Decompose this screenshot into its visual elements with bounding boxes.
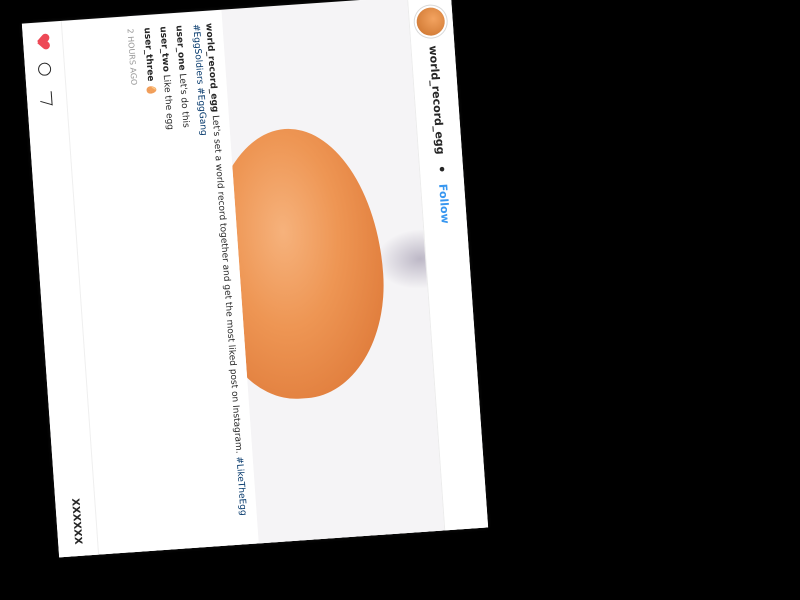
comment-username[interactable]: user_two: [157, 26, 170, 72]
separator-dot: •: [431, 163, 452, 175]
share-icon[interactable]: [39, 87, 54, 105]
comment-username[interactable]: user_one: [173, 24, 186, 70]
instagram-post-screen: world_record_egg • Follow world_record_e…: [21, 0, 489, 558]
egg-avatar-icon[interactable]: [416, 6, 447, 37]
comment-username[interactable]: user_three: [141, 27, 155, 82]
phone-screenshot: world_record_egg • Follow world_record_e…: [21, 0, 489, 558]
comment-text: Like the egg: [160, 73, 175, 130]
comment-text: 🥚: [145, 83, 157, 96]
comment-text: Let's do this: [176, 72, 191, 128]
post-username[interactable]: world_record_egg: [426, 45, 447, 155]
post-image[interactable]: [221, 0, 445, 544]
comment-icon[interactable]: [37, 61, 52, 76]
caption-username[interactable]: world_record_egg: [203, 22, 219, 112]
likes-count: XXXXXX: [69, 497, 84, 545]
photo-stage: world_record_egg • Follow world_record_e…: [0, 0, 800, 600]
egg-photo: [221, 122, 392, 405]
follow-button[interactable]: Follow: [436, 183, 452, 224]
heart-icon[interactable]: [36, 34, 50, 49]
